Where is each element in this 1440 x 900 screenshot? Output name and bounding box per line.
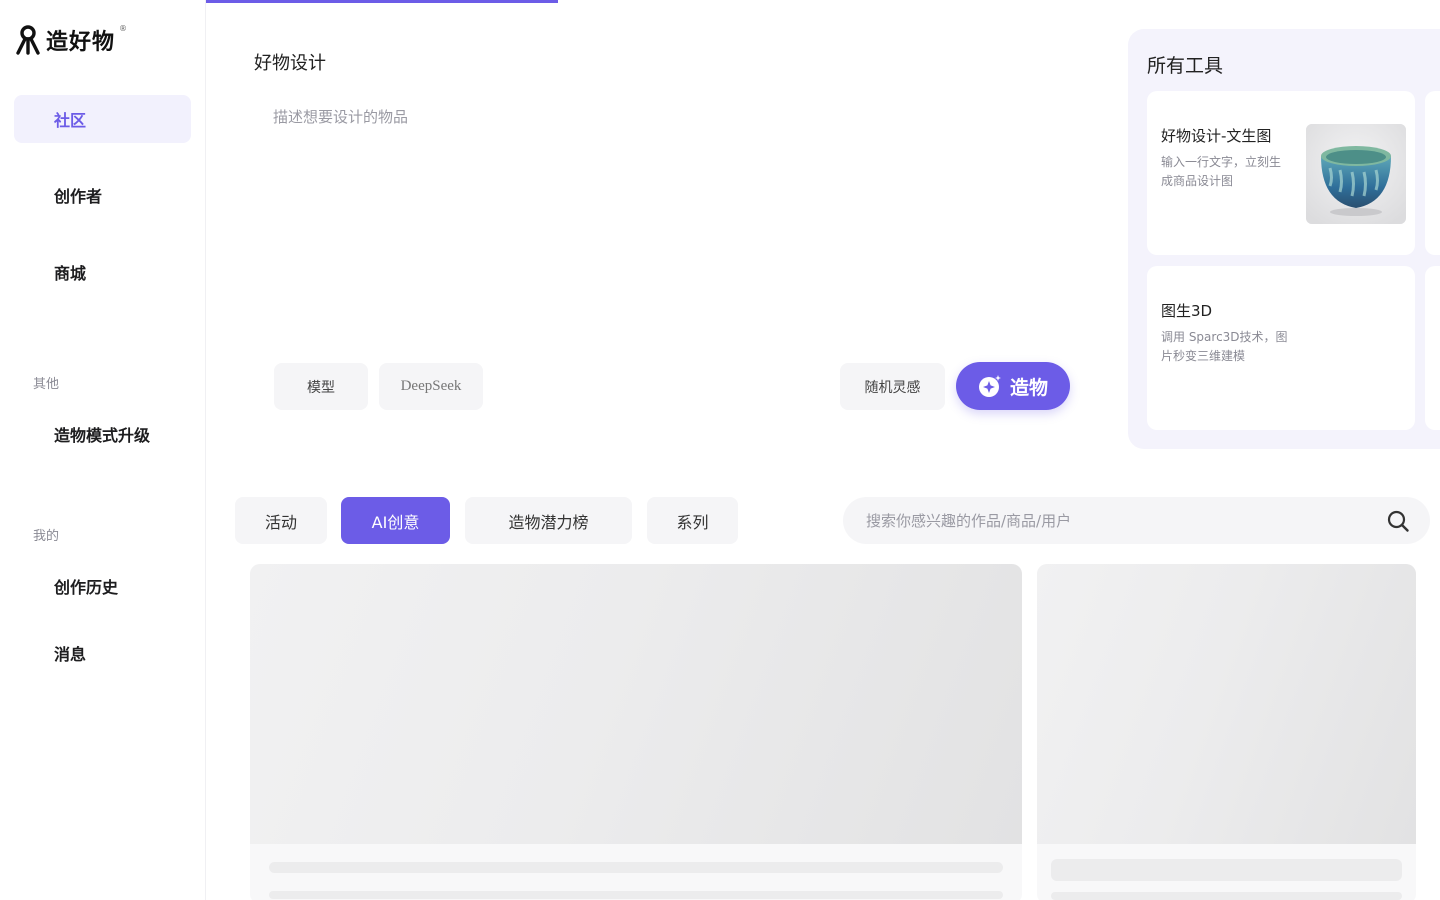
skeleton-line [1051,859,1402,881]
tab-potential-ranking[interactable]: 造物潜力榜 [465,497,632,544]
sidebar-item-label: 创作历史 [54,578,119,597]
ceramic-bowl-image [1306,124,1406,224]
tab-label: 系列 [676,512,709,532]
tool-card-peek[interactable] [1425,91,1440,255]
prompt-title: 好物设计 [254,53,326,74]
logo-trademark: ® [119,24,128,33]
tab-label: AI创意 [371,512,420,532]
create-button[interactable]: 造物 [956,362,1070,410]
sidebar-item-community[interactable]: 社区 [14,95,191,143]
sidebar-item-messages[interactable]: 消息 [14,629,191,677]
search-input[interactable] [866,511,1366,530]
tool-name: 图生3D [1161,302,1213,320]
sidebar-item-label: 商城 [54,264,87,283]
random-inspiration-button[interactable]: 随机灵感 [840,363,945,410]
logo-mark-icon [16,25,40,55]
create-button-label: 造物 [1009,376,1048,399]
skeleton-line [269,862,1003,873]
sidebar-item-mall[interactable]: 商城 [14,248,191,296]
tab-ai-creative[interactable]: AI创意 [341,497,450,544]
prompt-input[interactable] [264,100,1064,340]
sidebar-item-creators[interactable]: 创作者 [14,171,191,219]
skeleton-line [269,891,1003,899]
sidebar-item-label: 造物模式升级 [54,426,151,445]
sidebar: 造好物 ® 社区 创作者 商城 其他 造物模式升级 我的 创作历史 消息 [0,0,206,900]
random-inspiration-label: 随机灵感 [864,379,921,396]
tool-card-image-to-3d[interactable]: 图生3D 调用 Sparc3D技术，图片秒变三维建模 [1147,266,1415,430]
skeleton-line [1051,892,1402,900]
sidebar-item-upgrade[interactable]: 造物模式升级 [14,410,191,458]
sidebar-item-label: 创作者 [54,187,103,206]
deepseek-chip[interactable]: DeepSeek [379,363,483,410]
sidebar-item-label: 消息 [54,645,87,664]
sidebar-group-title-other: 其他 [33,377,60,392]
tab-label: 造物潜力榜 [508,512,589,532]
tool-name: 好物设计-文生图 [1161,127,1272,145]
sparkle-icon [978,375,1001,397]
tab-label: 活动 [264,512,297,532]
tool-card-text-to-image[interactable]: 好物设计-文生图 输入一行文字，立刻生成商品设计图 [1147,91,1415,255]
skeleton-image [250,564,1022,844]
tools-panel: 所有工具 好物设计-文生图 输入一行文字，立刻生成商品设计图 图生3D 调用 S… [1128,29,1440,449]
sidebar-group-title-mine: 我的 [33,529,60,544]
tab-series[interactable]: 系列 [647,497,738,544]
logo-text: 造好物 [46,30,116,55]
search-bar [843,497,1430,544]
ceramic-bowl-thumbnail [1306,124,1406,224]
feed-card-skeleton [1037,564,1416,900]
tool-description: 调用 Sparc3D技术，图片秒变三维建模 [1161,330,1288,363]
tool-card-peek[interactable] [1425,266,1440,430]
sidebar-item-label: 社区 [54,111,87,130]
feed-card-skeleton [250,564,1022,900]
tab-activity[interactable]: 活动 [235,497,327,544]
deepseek-chip-label: DeepSeek [400,378,462,394]
model-chip[interactable]: 模型 [274,363,368,410]
app-logo[interactable]: 造好物 ® [14,24,127,56]
search-icon[interactable] [1386,509,1410,533]
tool-description: 输入一行文字，立刻生成商品设计图 [1161,155,1282,188]
sidebar-item-history[interactable]: 创作历史 [14,562,191,610]
model-chip-label: 模型 [307,379,335,396]
tools-title: 所有工具 [1147,55,1224,77]
skeleton-image [1037,564,1416,844]
